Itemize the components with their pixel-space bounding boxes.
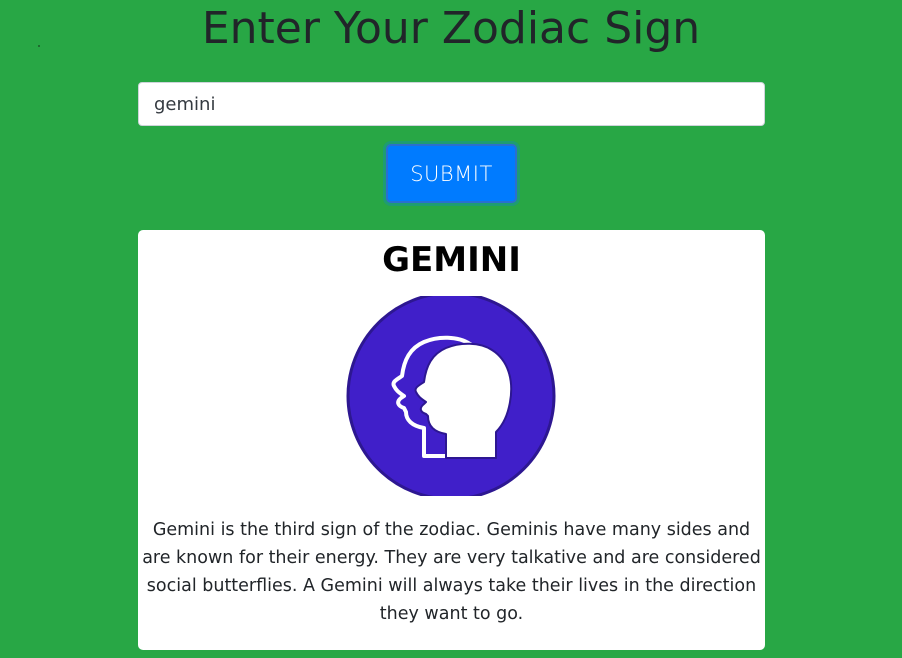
sign-name-title: GEMINI — [382, 240, 521, 280]
sign-description: Gemini is the third sign of the zodiac. … — [142, 520, 761, 624]
submit-button[interactable]: SUBMIT — [386, 144, 517, 203]
zodiac-sign-input[interactable] — [138, 82, 765, 126]
page-title: Enter Your Zodiac Sign — [201, 3, 701, 54]
result-card: GEMINI Gemini is the third sign of the z… — [138, 230, 765, 650]
gemini-twin-heads-icon — [346, 296, 556, 496]
